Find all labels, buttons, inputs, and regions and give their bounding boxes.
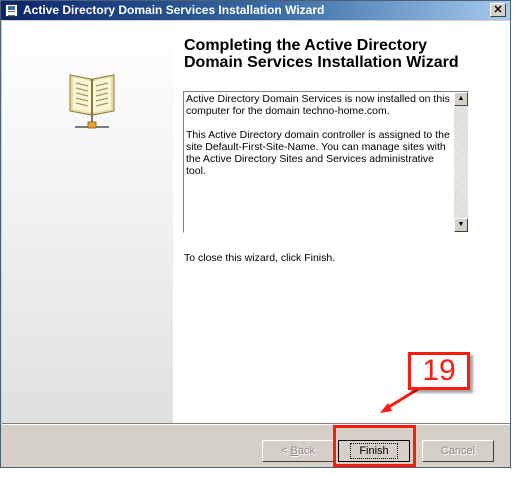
- window-app-icon: [5, 4, 18, 17]
- back-button-prefix: <: [281, 445, 291, 457]
- wizard-window: Active Directory Domain Services Install…: [0, 0, 511, 468]
- scroll-down-button[interactable]: ▼: [454, 218, 468, 232]
- wizard-side-panel: [2, 21, 173, 423]
- vertical-scrollbar[interactable]: ▲ ▼: [454, 92, 468, 232]
- summary-text-box[interactable]: Active Directory Domain Services is now …: [183, 91, 469, 233]
- page-title: Completing the Active Directory Domain S…: [184, 37, 459, 71]
- button-bar: < Back Finish Cancel: [2, 423, 510, 467]
- step-number-callout: 19: [408, 352, 470, 390]
- cancel-button-label: Cancel: [440, 445, 476, 457]
- title-bar[interactable]: Active Directory Domain Services Install…: [1, 1, 510, 20]
- back-button[interactable]: < Back: [262, 440, 334, 462]
- triangle-up-icon: ▲: [457, 95, 465, 102]
- back-button-label: ack: [297, 445, 315, 457]
- book-icon: [69, 74, 115, 129]
- summary-text: Active Directory Domain Services is now …: [186, 93, 452, 189]
- back-button-accelerator: B: [290, 445, 298, 457]
- close-icon: ✕: [493, 4, 503, 16]
- finish-button-label: Finish: [350, 443, 398, 459]
- finish-button[interactable]: Finish: [338, 440, 410, 462]
- triangle-down-icon: ▼: [457, 221, 465, 228]
- summary-paragraph: This Active Directory domain controller …: [186, 129, 450, 177]
- close-button[interactable]: ✕: [490, 3, 506, 17]
- close-instruction: To close this wizard, click Finish.: [184, 252, 336, 264]
- scroll-up-button[interactable]: ▲: [454, 92, 468, 106]
- window-title: Active Directory Domain Services Install…: [23, 3, 325, 17]
- summary-paragraph: Active Directory Domain Services is now …: [186, 93, 450, 117]
- cancel-button[interactable]: Cancel: [422, 440, 494, 462]
